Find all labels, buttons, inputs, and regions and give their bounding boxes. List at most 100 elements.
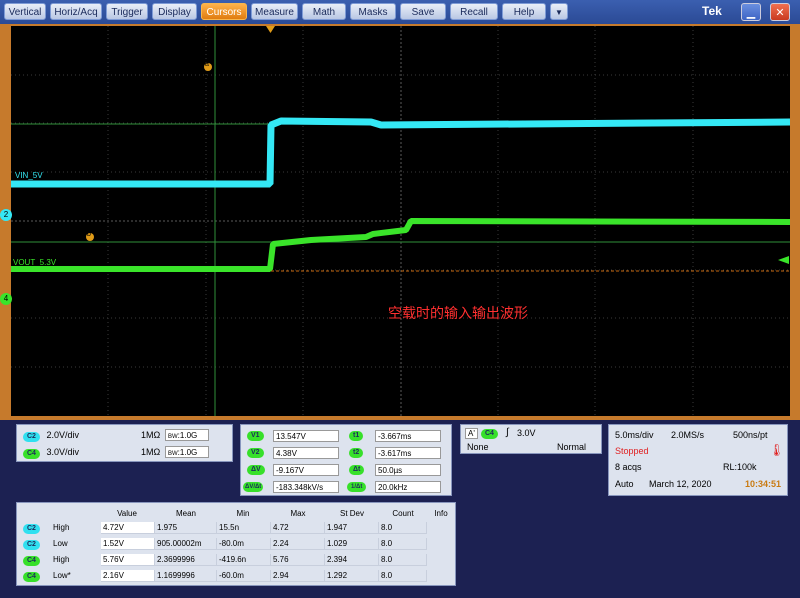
cell-value: 5.76V <box>101 554 155 566</box>
dt-badge: Δt <box>349 465 365 475</box>
col-header-stdev: St Dev <box>339 509 364 518</box>
row-ch-badge: C4 <box>23 556 40 566</box>
dt-value: 50.0µs <box>375 464 441 476</box>
v1-value: 13.547V <box>273 430 339 442</box>
col-header-mean: Mean <box>175 509 196 518</box>
row-ch-badge: C4 <box>23 572 40 582</box>
row-name: High <box>53 555 70 564</box>
trigger-level: 3.0V <box>517 428 536 438</box>
ch2-bandwidth: BW:1.0G <box>165 429 209 441</box>
trigger-source-badge: C4 <box>481 429 498 439</box>
brand-logo: Tek <box>702 4 722 18</box>
ch4-bandwidth: BW:1.0G <box>165 446 209 458</box>
ch4-settings-row[interactable]: C4 3.0V/div <box>23 447 79 459</box>
menu-help[interactable]: Help <box>502 3 546 20</box>
menu-cursors[interactable]: Cursors <box>201 3 247 20</box>
cell-stdev: 1.947 <box>325 522 379 534</box>
cell-min: 15.5n <box>217 522 271 534</box>
acquisition-panel[interactable]: 5.0ms/div 2.0MS/s 500ns/pt Stopped 🌡 8 a… <box>608 424 788 496</box>
cursor-readout-panel[interactable]: V1 13.547V V2 4.38V ΔV -9.167V ΔV/Δt -18… <box>240 424 452 496</box>
menu-masks[interactable]: Masks <box>350 3 396 20</box>
trigger-coupling: None <box>467 442 489 452</box>
row-name: Low <box>53 539 68 548</box>
cell-count: 8.0 <box>379 522 427 534</box>
menu-dropdown-icon[interactable]: ▼ <box>550 3 568 20</box>
trigger-mode: Normal <box>557 442 587 452</box>
ch2-settings-row[interactable]: C2 2.0V/div <box>23 430 79 442</box>
dvdt-badge: ΔV/Δt <box>243 482 264 492</box>
menu-trigger[interactable]: Trigger <box>106 3 148 20</box>
cell-count: 8.0 <box>379 554 427 566</box>
channel-settings-panel[interactable]: C2 2.0V/div 1MΩ BW:1.0G C4 3.0V/div 1MΩ … <box>16 424 233 462</box>
cursor-b-label: b <box>87 231 91 238</box>
cell-min: -419.6n <box>217 554 271 566</box>
acquisition-state: Stopped <box>615 446 649 456</box>
vin-label: VIN_5V <box>15 171 43 180</box>
cell-mean: 2.3699996 <box>155 554 217 566</box>
date: March 12, 2020 <box>649 479 712 489</box>
ch4-impedance: 1MΩ <box>141 447 161 457</box>
menu-display[interactable]: Display <box>152 3 197 20</box>
t1-badge: t1 <box>349 431 364 441</box>
menu-save[interactable]: Save <box>400 3 446 20</box>
t2-badge: t2 <box>349 448 364 458</box>
ch4-ground-marker[interactable]: 4 <box>0 293 12 305</box>
cell-max: 4.72 <box>271 522 325 534</box>
ch2-ground-marker[interactable]: 2 <box>0 209 12 221</box>
trigger-panel[interactable]: A' C4 ∫ 3.0V None Normal <box>460 424 602 454</box>
thermometer-icon: 🌡 <box>769 443 785 457</box>
trigger-a-badge: A' <box>465 428 478 439</box>
row-name: High <box>53 523 70 532</box>
menu-recall[interactable]: Recall <box>450 3 498 20</box>
col-header-info: Info <box>434 509 448 518</box>
close-icon[interactable]: ✕ <box>770 3 790 21</box>
ch4-badge: C4 <box>23 449 40 459</box>
trigger-slope-icon: ∫ <box>506 427 509 438</box>
ch2-badge: C2 <box>23 432 40 442</box>
cell-value: 2.16V <box>101 570 155 582</box>
ch2-scale: 2.0V/div <box>46 430 79 440</box>
col-header-max: Max <box>290 509 306 518</box>
menu-measure[interactable]: Measure <box>251 3 298 20</box>
inv-dt-badge: 1/Δt <box>347 482 367 492</box>
row-name: Low* <box>53 571 71 580</box>
measurement-table[interactable]: Value Mean Min Max St Dev Count Info C2 … <box>16 502 456 586</box>
cell-stdev: 1.292 <box>325 570 379 582</box>
menu-horiz-acq[interactable]: Horiz/Acq <box>50 3 102 20</box>
cell-mean: 1.975 <box>155 522 217 534</box>
menu-vertical[interactable]: Vertical <box>4 3 46 20</box>
vout-label: VOUT_5.3V <box>13 258 57 267</box>
trigger-level-marker-icon[interactable] <box>778 256 789 264</box>
t2-value: -3.617ms <box>375 447 441 459</box>
menu-bar: Vertical Horiz/Acq Trigger Display Curso… <box>0 0 800 24</box>
dv-value: -9.167V <box>273 464 339 476</box>
cell-count: 8.0 <box>379 538 427 550</box>
waveform-display[interactable]: a b VIN_5V VOUT_5.3V 空载时的输入输出波形 <box>11 26 790 416</box>
resolution: 500ns/pt <box>733 430 768 440</box>
cell-count: 8.0 <box>379 570 427 582</box>
cell-max: 2.24 <box>271 538 325 550</box>
cell-min: -60.0m <box>217 570 271 582</box>
timebase: 5.0ms/div <box>615 430 654 440</box>
record-length: RL:100k <box>723 462 757 472</box>
inv-dt-value: 20.0kHz <box>375 481 441 493</box>
cell-mean: 1.1699996 <box>155 570 217 582</box>
v1-badge: V1 <box>247 431 264 441</box>
menu-math[interactable]: Math <box>302 3 346 20</box>
acquisition-count: 8 acqs <box>615 462 642 472</box>
bottom-panel: C2 2.0V/div 1MΩ BW:1.0G C4 3.0V/div 1MΩ … <box>0 420 800 598</box>
cell-max: 5.76 <box>271 554 325 566</box>
row-ch-badge: C2 <box>23 524 40 534</box>
dv-badge: ΔV <box>247 465 265 475</box>
ch4-trace <box>11 218 790 272</box>
col-header-min: Min <box>236 509 250 518</box>
time: 10:34:51 <box>745 479 782 489</box>
trigger-position-icon[interactable] <box>266 26 275 33</box>
cursor-a-label: a <box>205 61 209 68</box>
v2-badge: V2 <box>247 448 264 458</box>
minimize-icon[interactable]: ▁ <box>741 3 761 21</box>
col-header-value: Value <box>117 509 137 518</box>
cell-max: 2.94 <box>271 570 325 582</box>
t1-value: -3.667ms <box>375 430 441 442</box>
cell-value: 1.52V <box>101 538 155 550</box>
